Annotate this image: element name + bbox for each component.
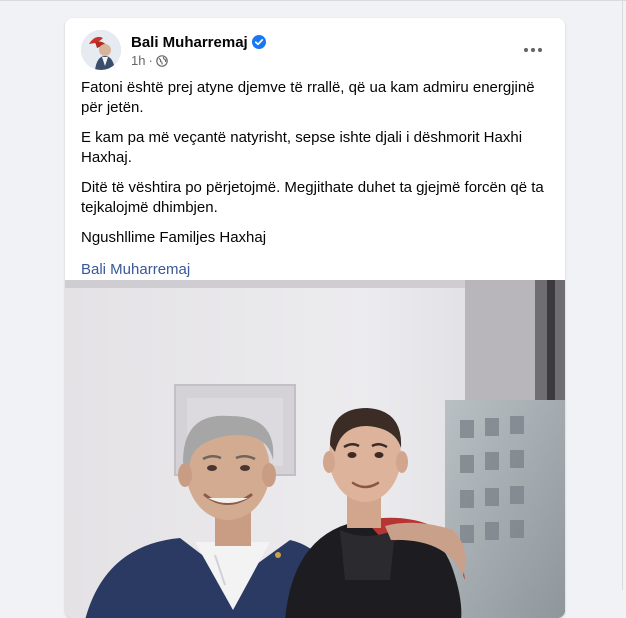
author-avatar[interactable] xyxy=(81,30,121,70)
photo-image xyxy=(65,280,565,618)
post-card: Bali Muharremaj 1h · Fatoni është prej a… xyxy=(65,18,565,618)
author-name[interactable]: Bali Muharremaj xyxy=(131,34,248,51)
more-options-button[interactable] xyxy=(517,34,549,66)
post-meta: 1h · xyxy=(131,53,168,68)
author-line: Bali Muharremaj xyxy=(131,32,266,52)
verified-badge-icon xyxy=(251,35,266,49)
meta-separator: · xyxy=(148,53,153,68)
post-timestamp[interactable]: 1h xyxy=(131,53,145,68)
post-header: Bali Muharremaj 1h · xyxy=(81,30,549,74)
post-photo[interactable] xyxy=(65,280,565,618)
author-mention-link[interactable]: Bali Muharremaj xyxy=(81,260,549,280)
avatar-image xyxy=(81,30,121,70)
window-top-border xyxy=(0,0,626,1)
post-paragraph-4: Ngushllime Familjes Haxhaj xyxy=(81,229,267,246)
post-body: Fatoni është prej atyne djemve të rrallë… xyxy=(81,78,549,280)
globe-icon[interactable] xyxy=(156,54,168,67)
post-paragraph-3: Ditë të vështira po përjetojmë. Megjitha… xyxy=(81,179,544,216)
more-options-icon xyxy=(523,47,543,53)
post-paragraph-2: E kam pa më veçantë natyrisht, sepse ish… xyxy=(81,129,523,166)
window-right-border xyxy=(622,0,623,590)
post-paragraph-1: Fatoni është prej atyne djemve të rrallë… xyxy=(81,79,535,116)
